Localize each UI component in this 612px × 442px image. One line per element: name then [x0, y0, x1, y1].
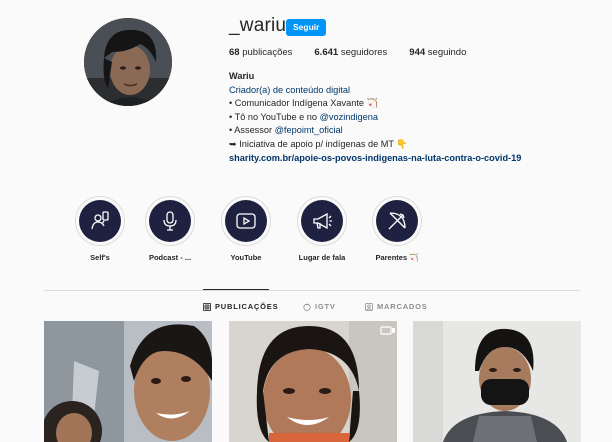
tagged-icon — [365, 302, 373, 311]
bio-text: • Tô no YouTube e no — [229, 111, 320, 122]
bio-line: • Assessor @fepoimt_oficial — [229, 124, 521, 138]
post-thumbnail[interactable] — [44, 321, 212, 442]
highlight-selfs[interactable]: Self's — [68, 196, 132, 262]
bio-category: Criador(a) de conteúdo digital — [229, 84, 351, 95]
highlight-lugar-de-fala[interactable]: Lugar de fala — [290, 196, 354, 262]
bio-line: • Tô no YouTube e no @vozindigena — [229, 111, 521, 125]
post-thumbnail[interactable] — [413, 321, 581, 442]
mention-link[interactable]: @fepoimt_oficial — [275, 125, 343, 135]
highlight-label: Parentes 🏹 — [375, 253, 419, 262]
tab-label: MARCADOS — [377, 302, 428, 311]
selfie-icon — [91, 211, 109, 230]
following-count: 944 — [409, 47, 426, 58]
mention-link[interactable]: @vozindigena — [320, 112, 378, 122]
followers-stat[interactable]: 6.641 seguidores — [314, 47, 387, 58]
tabs-divider — [44, 290, 580, 291]
profile-avatar[interactable] — [84, 18, 172, 106]
bio-line: • Comunicador Indígena Xavante 🏹 — [229, 98, 378, 109]
tab-label: PUBLICAÇÕES — [215, 302, 279, 311]
posts-label: publicações — [242, 47, 293, 58]
tab-label: IGTV — [315, 302, 336, 311]
highlight-label: Self's — [90, 253, 110, 262]
highlight-label: Podcast - ... — [148, 253, 192, 262]
following-stat[interactable]: 944 seguindo — [409, 47, 466, 58]
bow-arrow-icon — [388, 212, 406, 230]
profile-username: _wariu — [229, 15, 287, 36]
posts-count: 68 — [229, 47, 240, 58]
website-link[interactable]: sharity.com.br/apoie-os-povos-indigenas-… — [229, 153, 521, 163]
microphone-icon — [163, 211, 177, 231]
highlight-podcast[interactable]: Podcast - ... — [138, 196, 202, 262]
megaphone-icon — [313, 212, 332, 230]
tab-marcados[interactable]: MARCADOS — [365, 302, 428, 311]
following-label: seguindo — [427, 47, 467, 58]
bio-line: ➥ Iniciativa de apoio p/ indígenas de MT… — [229, 138, 408, 149]
highlight-parentes[interactable]: Parentes 🏹 — [365, 196, 429, 262]
highlight-youtube[interactable]: YouTube — [214, 196, 278, 262]
highlight-label: YouTube — [230, 253, 262, 262]
play-icon — [236, 213, 256, 229]
followers-count: 6.641 — [314, 47, 339, 58]
posts-stat[interactable]: 68 publicações — [229, 47, 292, 58]
tab-publicacoes[interactable]: PUBLICAÇÕES — [203, 302, 278, 311]
active-tab-indicator — [203, 289, 269, 290]
igtv-icon — [303, 303, 311, 311]
post-thumbnail[interactable] — [229, 321, 397, 442]
tab-igtv[interactable]: IGTV — [303, 302, 336, 311]
profile-stats: 68 publicações 6.641 seguidores 944 segu… — [229, 47, 466, 58]
grid-icon — [203, 302, 211, 311]
bio-text: • Assessor — [229, 125, 275, 136]
follow-button[interactable]: Seguir — [286, 19, 327, 36]
profile-bio: Wariu Criador(a) de conteúdo digital • C… — [229, 70, 521, 165]
followers-label: seguidores — [340, 47, 388, 58]
bio-name: Wariu — [229, 71, 255, 81]
highlight-label: Lugar de fala — [298, 253, 346, 262]
